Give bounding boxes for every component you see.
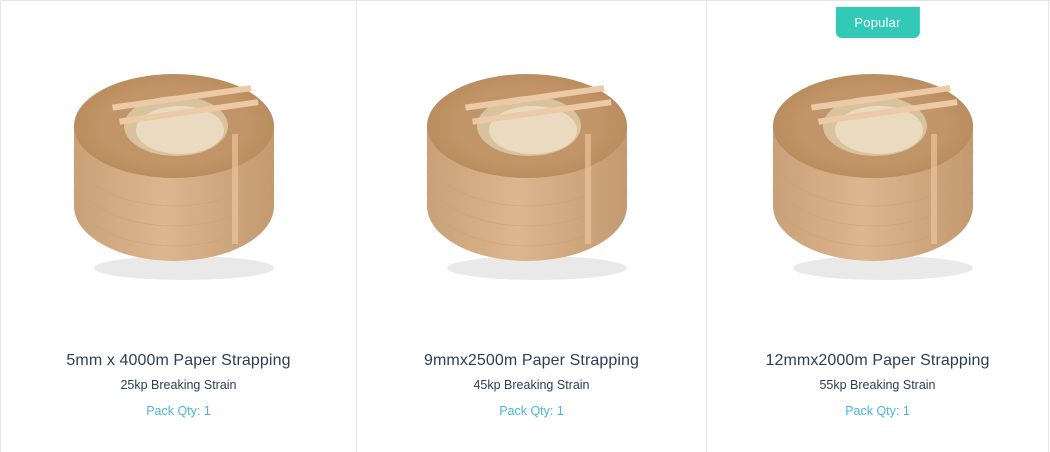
- product-info: 12mmx2000m Paper Strapping 55kp Breaking…: [707, 351, 1048, 418]
- product-strain: 45kp Breaking Strain: [473, 378, 590, 392]
- product-strain: 55kp Breaking Strain: [819, 378, 936, 392]
- product-strain: 25kp Breaking Strain: [120, 378, 237, 392]
- product-image[interactable]: [707, 56, 1048, 286]
- product-info: 9mmx2500m Paper Strapping 45kp Breaking …: [357, 351, 706, 418]
- product-title[interactable]: 12mmx2000m Paper Strapping: [707, 351, 1048, 371]
- paper-strapping-coil-icon: [772, 74, 973, 280]
- product-image[interactable]: [1, 56, 356, 286]
- pack-qty: Pack Qty: 1: [499, 404, 564, 418]
- product-card[interactable]: 5mm x 4000m Paper Strapping 25kp Breakin…: [0, 1, 357, 452]
- product-title[interactable]: 9mmx2500m Paper Strapping: [357, 351, 706, 371]
- pack-qty: Pack Qty: 1: [146, 404, 211, 418]
- product-card[interactable]: Popular 12mmx2000m Paper Strapping 55kp …: [707, 1, 1049, 452]
- product-image[interactable]: [357, 56, 706, 286]
- pack-qty: Pack Qty: 1: [845, 404, 910, 418]
- paper-strapping-coil-icon: [426, 74, 627, 280]
- paper-strapping-coil-icon: [73, 74, 274, 280]
- product-card[interactable]: 9mmx2500m Paper Strapping 45kp Breaking …: [357, 1, 707, 452]
- product-title[interactable]: 5mm x 4000m Paper Strapping: [1, 351, 356, 371]
- popular-badge: Popular: [835, 7, 920, 38]
- product-grid: 5mm x 4000m Paper Strapping 25kp Breakin…: [0, 0, 1050, 452]
- product-info: 5mm x 4000m Paper Strapping 25kp Breakin…: [1, 351, 356, 418]
